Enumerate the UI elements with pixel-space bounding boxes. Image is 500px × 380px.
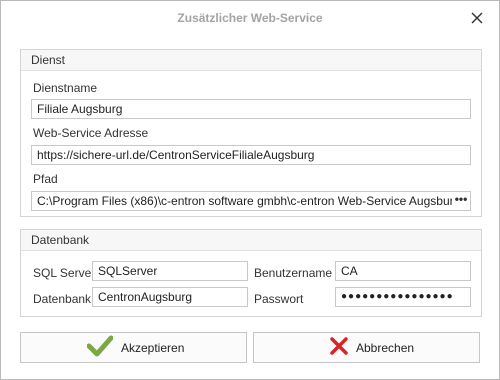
benutzername-label: Benutzername — [254, 266, 333, 280]
sqlserver-value: SQLServer — [98, 264, 158, 278]
passwort-field[interactable]: ●●●●●●●●●●●●●●●● — [335, 287, 471, 307]
passwort-value: ●●●●●●●●●●●●●●●● — [341, 291, 454, 302]
adresse-label: Web-Service Adresse — [33, 126, 149, 140]
pfad-field[interactable]: C:\Program Files (x86)\c-entron software… — [31, 191, 471, 211]
accept-button[interactable]: Akzeptieren — [20, 332, 247, 363]
dienst-group: Dienst Dienstname Filiale Augsburg Web-S… — [20, 49, 482, 217]
close-icon[interactable] — [467, 8, 487, 28]
sqlserver-field[interactable]: SQLServer — [92, 261, 248, 281]
datenbank-field[interactable]: CentronAugsburg — [92, 287, 248, 307]
browse-button[interactable]: ••• — [452, 192, 470, 210]
adresse-value: https://sichere-url.de/CentronServiceFil… — [37, 148, 315, 162]
datenbank-group-header: Datenbank — [21, 230, 481, 251]
datenbank-value: CentronAugsburg — [98, 290, 193, 304]
datenbank-group: Datenbank SQL Server SQLServer Benutzern… — [20, 229, 482, 317]
adresse-field[interactable]: https://sichere-url.de/CentronServiceFil… — [31, 145, 471, 165]
dialog-window: Zusätzlicher Web-Service Dienst Dienstna… — [0, 0, 500, 380]
pfad-label: Pfad — [33, 172, 58, 186]
passwort-label: Passwort — [254, 292, 304, 306]
dienstname-field[interactable]: Filiale Augsburg — [31, 99, 471, 119]
benutzername-value: CA — [341, 264, 358, 278]
cancel-label: Abbrechen — [356, 340, 415, 355]
dialog-title: Zusätzlicher Web-Service — [177, 11, 323, 25]
pfad-value: C:\Program Files (x86)\c-entron software… — [37, 194, 461, 208]
benutzername-field[interactable]: CA — [335, 261, 471, 281]
dienstname-value: Filiale Augsburg — [37, 102, 123, 116]
accept-label: Akzeptieren — [121, 340, 185, 355]
sqlserver-label: SQL Server — [33, 266, 96, 280]
dienst-group-header: Dienst — [21, 50, 481, 71]
dienstname-label: Dienstname — [33, 81, 98, 95]
cancel-button[interactable]: Abbrechen — [253, 332, 480, 363]
x-icon — [330, 337, 348, 358]
checkmark-icon — [86, 335, 114, 360]
datenbank-label: Datenbank — [33, 292, 92, 306]
title-bar: Zusätzlicher Web-Service — [1, 1, 499, 37]
